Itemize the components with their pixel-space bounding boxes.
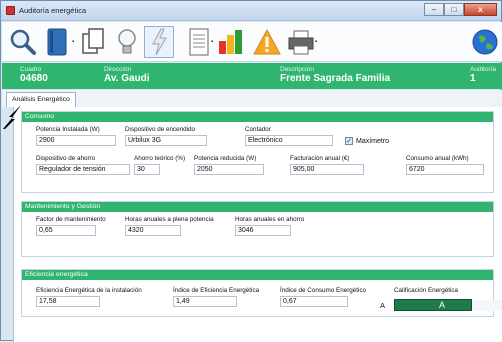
window-title: Auditoría energética bbox=[19, 6, 87, 15]
book-dropdown-arrow[interactable]: ▪ bbox=[72, 39, 76, 45]
mouse-cursor-icon bbox=[3, 105, 21, 129]
descripcion-value: Frente Sagrada Familia bbox=[280, 73, 391, 84]
calificacion-bar-label: A bbox=[439, 300, 446, 310]
horas-ahorro-label: Horas anuales en ahorro bbox=[235, 216, 305, 223]
printer-icon[interactable] bbox=[286, 26, 316, 58]
indice-consumo-field: Índice de Consumo Energético 0,67 bbox=[280, 287, 367, 307]
dispositivo-encendido-label: Dispositivo de encendido bbox=[125, 126, 196, 133]
calificacion-label: Calificación Energética bbox=[394, 287, 459, 294]
facturacion-field: Facturación anual (€) 905,00 bbox=[290, 155, 364, 175]
consumo-section: Consumo Potencia Instalada (W) 2900 Disp… bbox=[21, 111, 494, 193]
indice-eficiencia-label: Índice de Eficiencia Energética bbox=[173, 287, 260, 294]
warning-icon[interactable] bbox=[252, 26, 282, 58]
calificacion-value: A bbox=[380, 300, 386, 310]
potencia-reducida-input[interactable]: 2050 bbox=[194, 164, 264, 175]
ef-instalacion-field: Eficiencia Energética de la instalación … bbox=[36, 287, 142, 307]
indice-consumo-input[interactable]: 0,67 bbox=[280, 296, 348, 307]
potencia-reducida-label: Potencia reducida (W) bbox=[194, 155, 257, 162]
consumo-section-title: Consumo bbox=[22, 112, 493, 122]
potencia-reducida-field: Potencia reducida (W) 2050 bbox=[194, 155, 264, 175]
maximetro-check-icon[interactable]: ✓ bbox=[345, 137, 353, 145]
dispositivo-ahorro-label: Dispositivo de ahorro bbox=[36, 155, 96, 162]
bar-chart-icon[interactable] bbox=[216, 26, 246, 58]
contador-label: Contador bbox=[245, 126, 271, 133]
horas-ahorro-input[interactable]: 3046 bbox=[235, 225, 291, 236]
header-auditoria: Auditoría 1 bbox=[470, 66, 496, 85]
copy-icon[interactable] bbox=[78, 26, 108, 58]
ahorro-teorico-label: Ahorro teórico (%) bbox=[134, 155, 186, 162]
contador-field: Contador Electrónico bbox=[245, 126, 333, 146]
toolbar: ▪ ▪ ▪ bbox=[2, 22, 502, 62]
calificacion-indicator: A A bbox=[380, 299, 502, 311]
cuadro-value: 04680 bbox=[20, 73, 48, 84]
facturacion-label: Facturación anual (€) bbox=[290, 155, 350, 162]
consumo-anual-label: Consumo anual (kWh) bbox=[406, 155, 469, 162]
horas-plena-input[interactable]: 4320 bbox=[125, 225, 181, 236]
calificacion-bar-track bbox=[472, 299, 502, 311]
globe-icon[interactable] bbox=[470, 26, 500, 58]
dispositivo-ahorro-input[interactable]: Regulador de tensión bbox=[36, 164, 130, 175]
horas-plena-field: Horas anuales a plena potencia 4320 bbox=[125, 216, 214, 236]
ahorro-teorico-field: Ahorro teórico (%) 30 bbox=[134, 155, 190, 175]
printer-dropdown-arrow[interactable]: ▪ bbox=[315, 39, 319, 45]
contador-input[interactable]: Electrónico bbox=[245, 135, 333, 146]
report-icon[interactable] bbox=[184, 26, 214, 58]
header-descripcion: Descripción Frente Sagrada Familia bbox=[280, 66, 390, 85]
mantenimiento-section-title: Mantenimiento y Gestión bbox=[22, 202, 493, 212]
ahorro-teorico-input[interactable]: 30 bbox=[134, 164, 160, 175]
consumo-anual-input[interactable]: 6720 bbox=[406, 164, 484, 175]
search-icon[interactable] bbox=[8, 26, 38, 58]
header-band: Cuadro 04680 Dirección Av. Gaudi Descrip… bbox=[2, 63, 502, 89]
app-icon bbox=[6, 6, 15, 15]
mantenimiento-section: Mantenimiento y Gestión Factor de manten… bbox=[21, 201, 494, 257]
eficiencia-section-title: Eficiencia energética bbox=[22, 270, 493, 280]
bulb-icon[interactable] bbox=[112, 26, 142, 58]
report-dropdown-arrow[interactable]: ▪ bbox=[211, 39, 215, 45]
consumo-anual-field: Consumo anual (kWh) 6720 bbox=[406, 155, 484, 175]
direccion-label: Dirección bbox=[104, 66, 132, 73]
header-direccion: Dirección Av. Gaudi bbox=[104, 66, 150, 85]
ef-instalacion-label: Eficiencia Energética de la instalación bbox=[36, 287, 142, 294]
dispositivo-ahorro-field: Dispositivo de ahorro Regulador de tensi… bbox=[36, 155, 130, 175]
indice-eficiencia-input[interactable]: 1,49 bbox=[173, 296, 237, 307]
cuadro-label: Cuadro bbox=[20, 66, 42, 73]
descripcion-label: Descripción bbox=[280, 66, 314, 73]
maximetro-checkbox[interactable]: ✓ Maxímetro bbox=[345, 137, 389, 145]
window-controls: – □ x bbox=[424, 3, 497, 17]
horas-ahorro-field: Horas anuales en ahorro 3046 bbox=[235, 216, 305, 236]
factor-label: Factor de mantenimiento bbox=[36, 216, 106, 223]
header-cuadro: Cuadro 04680 bbox=[20, 66, 48, 85]
indice-consumo-label: Índice de Consumo Energético bbox=[280, 287, 367, 294]
auditoria-label: Auditoría bbox=[470, 66, 497, 73]
eficiencia-section: Eficiencia energética Eficiencia Energét… bbox=[21, 269, 502, 317]
direccion-value: Av. Gaudi bbox=[104, 73, 150, 84]
maximize-button[interactable]: □ bbox=[444, 3, 464, 16]
potencia-input[interactable]: 2900 bbox=[36, 135, 116, 146]
factor-input[interactable]: 0,65 bbox=[36, 225, 96, 236]
close-button[interactable]: x bbox=[464, 3, 497, 16]
horas-plena-label: Horas anuales a plena potencia bbox=[125, 216, 214, 223]
auditoria-value: 1 bbox=[470, 73, 476, 84]
dispositivo-encendido-input[interactable]: Urbilux 3G bbox=[125, 135, 207, 146]
book-icon[interactable] bbox=[42, 26, 72, 58]
app-window: Auditoría energética – □ x ▪ ▪ ▪ Cuadro … bbox=[0, 0, 502, 342]
potencia-field: Potencia Instalada (W) 2900 bbox=[36, 126, 116, 146]
minimize-button[interactable]: – bbox=[424, 3, 444, 16]
facturacion-input[interactable]: 905,00 bbox=[290, 164, 364, 175]
maximetro-label: Maxímetro bbox=[356, 137, 390, 145]
ef-instalacion-input[interactable]: 17,58 bbox=[36, 296, 100, 307]
indice-eficiencia-field: Índice de Eficiencia Energética 1,49 bbox=[173, 287, 260, 307]
title-bar: Auditoría energética – □ x bbox=[1, 1, 501, 21]
dispositivo-encendido-field: Dispositivo de encendido Urbilux 3G bbox=[125, 126, 207, 146]
lightning-icon[interactable] bbox=[144, 26, 174, 58]
factor-field: Factor de mantenimiento 0,65 bbox=[36, 216, 106, 236]
tab-strip: Análisis Energético bbox=[2, 90, 502, 107]
potencia-label: Potencia Instalada (W) bbox=[36, 126, 100, 133]
form-content: Consumo Potencia Instalada (W) 2900 Disp… bbox=[13, 107, 502, 342]
calificacion-bar: A bbox=[394, 299, 472, 311]
calificacion-field: Calificación Energética bbox=[394, 287, 474, 294]
